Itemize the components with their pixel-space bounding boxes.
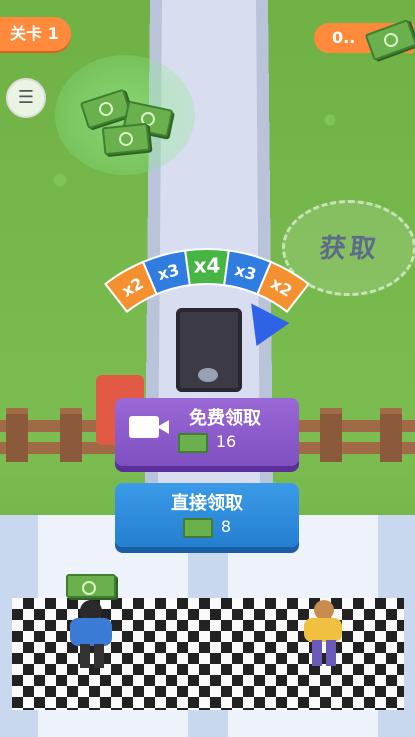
money-pile-zone [55, 55, 195, 175]
vibration-icon[interactable]: ☰ [6, 78, 46, 118]
direct-claim-amount: 8 [220, 517, 232, 536]
direct-claim-button[interactable]: 直接领取 8 [115, 483, 299, 547]
game-scene: 获取 x2 x3 x4 x3 x2 [0, 0, 415, 737]
multiplier-arc: x2x3 x4 x3x2 [104, 248, 310, 313]
carried-cash-icon [66, 574, 116, 598]
cash-icon [182, 517, 213, 538]
safe-dial-icon [198, 368, 218, 382]
player-character [66, 574, 116, 670]
cash-stack-icon [101, 122, 151, 156]
fence-post [320, 408, 342, 462]
free-claim-button[interactable]: 免费领取 16 [115, 398, 299, 466]
npc-character [300, 590, 346, 670]
free-claim-amount: 16 [215, 432, 237, 451]
money-value: 0.. [332, 28, 356, 47]
direct-claim-amount-row: 8 [115, 517, 299, 538]
fence-post [6, 408, 28, 462]
cash-icon [177, 432, 208, 453]
multiplier-meter: x2 x3 x4 x3 x2 [94, 244, 320, 324]
direct-claim-label: 直接领取 [171, 493, 243, 514]
level-badge: 关卡 1 [0, 17, 71, 51]
video-camera-icon [129, 416, 159, 438]
fence-post [60, 408, 82, 462]
multiplier-label: x4 [194, 254, 221, 278]
fence-post [380, 408, 402, 462]
